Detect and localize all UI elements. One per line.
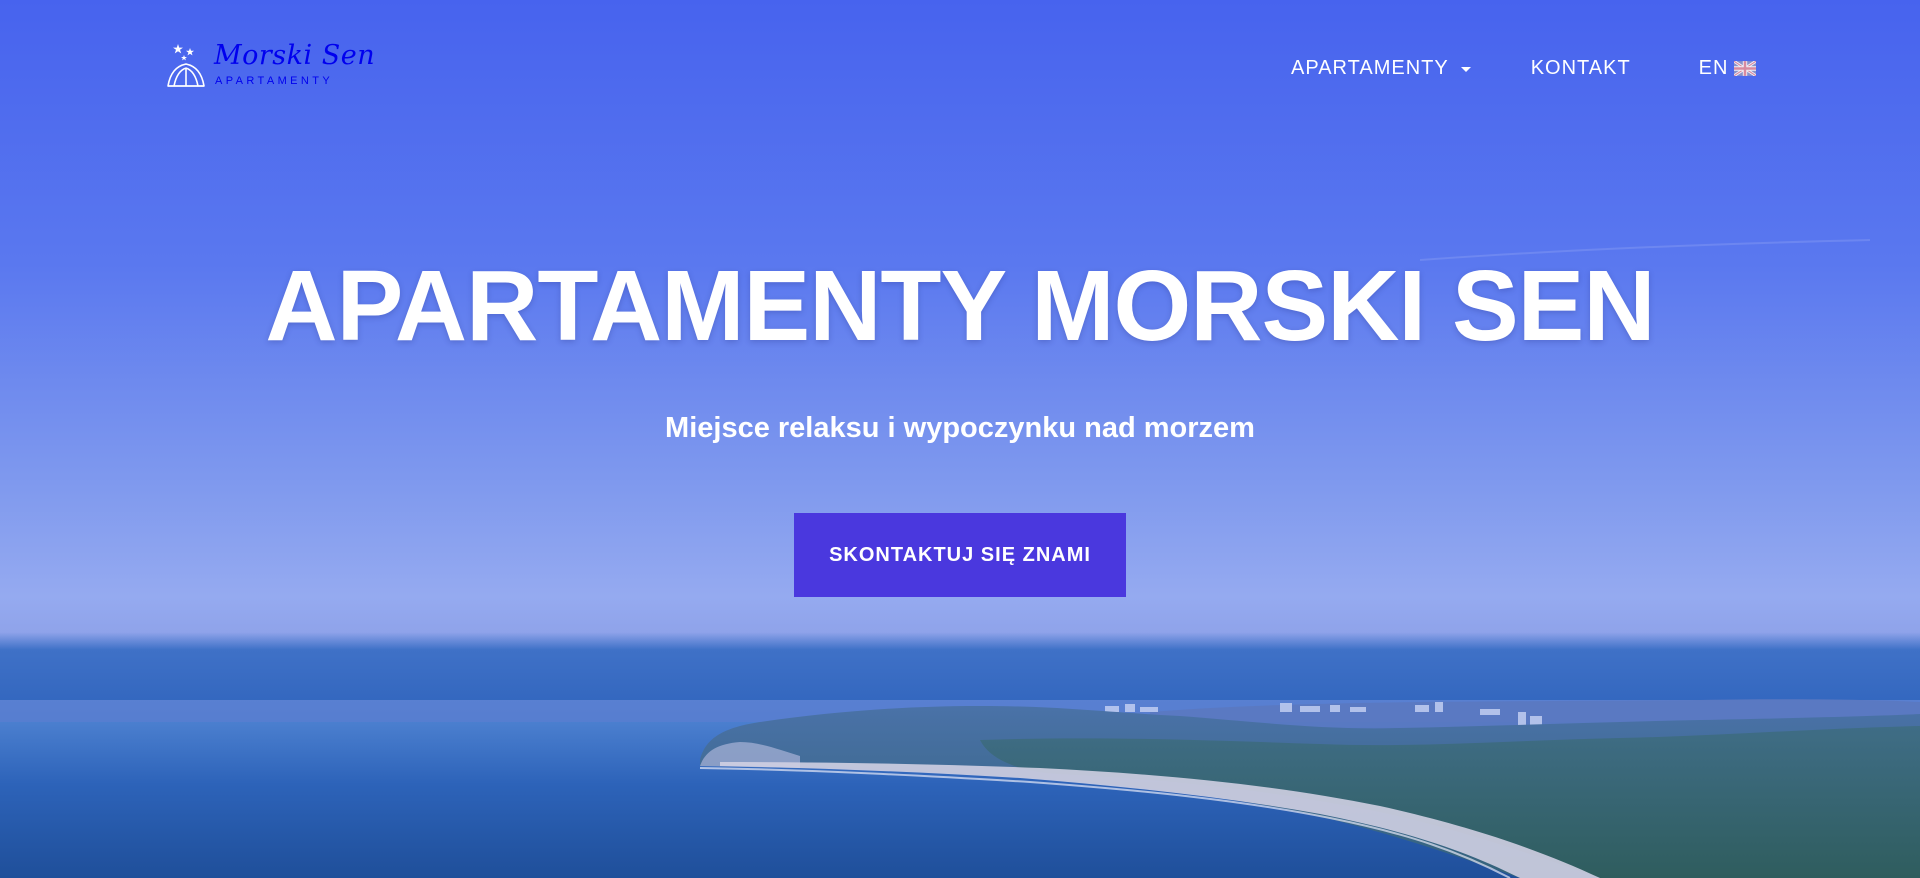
contact-us-button[interactable]: SKONTAKTUJ SIĘ ZNAMI: [794, 513, 1126, 597]
hero-subtitle: Miejsce relaksu i wypoczynku nad morzem: [665, 412, 1255, 444]
shell-stars-icon: [167, 44, 205, 87]
caret-down-icon: [1460, 66, 1471, 72]
main-menu: APARTAMENTY KONTAKT EN: [1291, 53, 1757, 83]
nav-item-label: KONTAKT: [1530, 56, 1631, 79]
nav-item-apartamenty[interactable]: APARTAMENTY: [1291, 57, 1471, 80]
brand-logo[interactable]: Morski Sen APARTAMENTY: [164, 38, 375, 94]
nav-item-label: APARTAMENTY: [1291, 56, 1449, 79]
logo-wordmark: Morski Sen: [214, 40, 376, 71]
uk-flag-icon: [1734, 61, 1757, 76]
hero-title: APARTAMENTY MORSKI SEN: [265, 250, 1655, 362]
language-label: EN: [1698, 56, 1729, 79]
hero-section: Morski Sen APARTAMENTY APARTAMENTY KONTA…: [0, 0, 1920, 878]
language-switch-en[interactable]: EN: [1699, 57, 1757, 80]
navbar: Morski Sen APARTAMENTY APARTAMENTY KONTA…: [0, 0, 1920, 136]
logo-tagline: APARTAMENTY: [215, 75, 334, 87]
nav-item-kontakt[interactable]: KONTAKT: [1531, 57, 1631, 80]
